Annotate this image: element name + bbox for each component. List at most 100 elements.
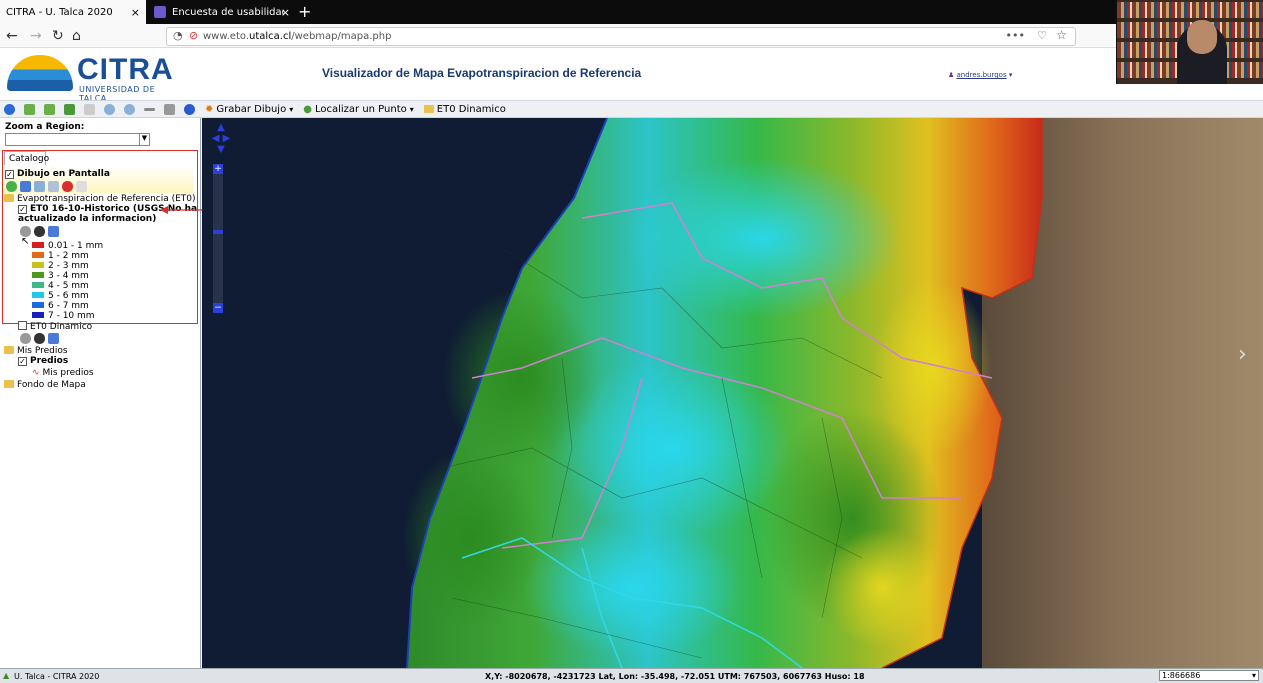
info-panel-icon[interactable] [48, 226, 59, 237]
legend-swatch [32, 252, 44, 258]
scale-select[interactable]: 1:866686 ▾ [1159, 670, 1259, 681]
zoom-minus-button[interactable]: − [213, 303, 223, 313]
shield-icon: ◔ [173, 29, 183, 42]
logo-sun-icon [7, 55, 73, 91]
map-toolbar: ✹ Grabar Dibujo ▾ ● Localizar un Punto ▾… [0, 100, 1263, 118]
citra-logo: CITRA UNIVERSIDAD DE TALCA [3, 51, 173, 103]
form-icon [154, 6, 166, 18]
delete-icon[interactable] [62, 181, 73, 192]
url-prefix: www.eto. [203, 31, 249, 42]
new-tab-button[interactable]: + [298, 2, 311, 22]
full-extent-icon[interactable] [64, 103, 75, 115]
contrast-icon[interactable] [34, 333, 45, 344]
dibujo-item[interactable]: ✓ Dibujo en Pantalla [5, 169, 110, 179]
back-button[interactable]: ← [6, 27, 18, 45]
scale-value: 1:866686 [1162, 671, 1201, 680]
prev-extent-icon[interactable] [24, 103, 35, 115]
pocket-icon[interactable]: ♡ [1037, 29, 1047, 42]
page-icon[interactable] [48, 181, 59, 192]
grabar-dibujo-button[interactable]: ✹ Grabar Dibujo ▾ [205, 104, 293, 115]
reload-button[interactable]: ↻ [52, 27, 64, 45]
legend-label: 1 - 2 mm [48, 251, 89, 261]
url-domain: utalca.cl [249, 31, 292, 42]
localizar-punto-button[interactable]: ● Localizar un Punto ▾ [303, 104, 414, 115]
legend-row: 2 - 3 mm [32, 261, 89, 271]
browser-tab-bar: CITRA - U. Talca 2020 × Encuesta de usab… [0, 0, 1263, 24]
zoom-slider-handle[interactable] [213, 230, 223, 234]
status-bar: ▲ U. Talca - CITRA 2020 X,Y: -8020678, -… [0, 668, 1263, 683]
draw-icon[interactable] [20, 181, 31, 192]
et0-dinamico-label: ET0 Dinamico [436, 103, 506, 115]
legend-swatch [32, 262, 44, 268]
legend-label: 2 - 3 mm [48, 261, 89, 271]
legend-row: 5 - 6 mm [32, 291, 89, 301]
mis-predios-folder[interactable]: Mis Predios [4, 346, 68, 356]
et0-raster-layer [202, 118, 1263, 668]
legend-swatch [32, 312, 44, 318]
legend-row: 1 - 2 mm [32, 251, 89, 261]
legend-swatch [32, 302, 44, 308]
checkbox-checked-icon[interactable]: ✓ [18, 205, 27, 214]
user-menu[interactable]: ♟ andres.burgos ▾ [948, 71, 1012, 79]
forward-button[interactable]: → [30, 27, 42, 45]
status-left: U. Talca - CITRA 2020 [14, 672, 100, 681]
info-icon[interactable] [184, 103, 195, 115]
tab-catalogo[interactable]: Catalogo [4, 151, 49, 165]
next-extent-icon[interactable] [44, 103, 55, 115]
chevron-down-icon: ▾ [1008, 71, 1013, 79]
tab-citra[interactable]: CITRA - U. Talca 2020 × [0, 0, 146, 24]
zoom-in-icon[interactable] [104, 103, 115, 115]
zoom-slider[interactable] [213, 164, 223, 312]
more-icon[interactable]: ••• [1006, 29, 1025, 42]
chevron-right-icon[interactable]: › [1238, 342, 1247, 367]
pan-hand-icon[interactable] [84, 103, 95, 115]
et0-folder[interactable]: Evapotranspiracion de Referencia (ET0) [4, 194, 196, 204]
checkbox-icon[interactable] [18, 321, 27, 330]
legend-row: 4 - 5 mm [32, 281, 89, 291]
bookmark-star-icon[interactable]: ☆ [1056, 28, 1067, 42]
checkbox-checked-icon[interactable]: ✓ [18, 357, 27, 366]
url-path: /webmap/mapa.php [291, 31, 392, 42]
zoom-plus-button[interactable]: + [213, 164, 223, 174]
chevron-down-icon: ▾ [289, 104, 294, 114]
url-bar[interactable]: ◔ ⊘ www.eto. utalca.cl/webmap/mapa.php ••… [166, 27, 1076, 46]
close-tab-icon[interactable]: × [131, 6, 140, 19]
et0-dinamico-button[interactable]: ET0 Dinamico [423, 103, 506, 115]
opacity-icon[interactable] [20, 333, 31, 344]
globe-icon: ● [303, 103, 312, 115]
legend-label: 4 - 5 mm [48, 281, 89, 291]
checkbox-checked-icon[interactable]: ✓ [5, 170, 14, 179]
et0-folder-label: Evapotranspiracion de Referencia (ET0) [17, 194, 196, 204]
close-tab-icon[interactable]: × [281, 6, 290, 19]
zoom-region-label: Zoom a Region: [5, 122, 85, 132]
dibujo-tools [6, 181, 87, 192]
legend-label: 7 - 10 mm [48, 311, 95, 321]
legend-row: 6 - 7 mm [32, 301, 89, 311]
pan-control[interactable]: ▲ ◀ ▶ ▼ [210, 122, 232, 162]
edit-icon[interactable] [34, 181, 45, 192]
eraser-icon[interactable] [76, 181, 87, 192]
contrast-icon[interactable] [34, 226, 45, 237]
fondo-folder[interactable]: Fondo de Mapa [4, 380, 86, 390]
coordinates-readout: X,Y: -8020678, -4231723 Lat, Lon: -35.49… [485, 672, 865, 681]
measure-line-icon[interactable] [144, 107, 155, 111]
predios-item[interactable]: ✓ Predios [18, 356, 68, 366]
legend-swatch [32, 272, 44, 278]
leaf-icon: ▲ [3, 671, 10, 680]
zoom-region-select[interactable]: ▼ [5, 133, 150, 146]
zoom-out-icon[interactable] [124, 103, 135, 115]
legend-label: 6 - 7 mm [48, 301, 89, 311]
tab-label: Encuesta de usabilidad Platafo [172, 6, 284, 18]
insecure-lock-icon: ⊘ [189, 29, 199, 42]
measure-area-icon[interactable] [164, 103, 175, 115]
grabar-label: Grabar Dibujo [216, 103, 287, 115]
ok-icon[interactable] [6, 181, 17, 192]
map-view[interactable]: ▲ ◀ ▶ ▼ + − › [202, 118, 1263, 668]
browser-nav-bar: ← → ↻ ⌂ ◔ ⊘ www.eto. utalca.cl/webmap/map… [0, 24, 1263, 48]
et0-dinamico-item[interactable]: ET0 Dinamico [18, 321, 92, 332]
tab-encuesta[interactable]: Encuesta de usabilidad Platafo × [148, 0, 296, 24]
help-icon[interactable] [4, 103, 15, 115]
home-icon[interactable]: ⌂ [72, 27, 81, 45]
info-panel-icon[interactable] [48, 333, 59, 344]
legend-label: 0.01 - 1 mm [48, 241, 104, 251]
